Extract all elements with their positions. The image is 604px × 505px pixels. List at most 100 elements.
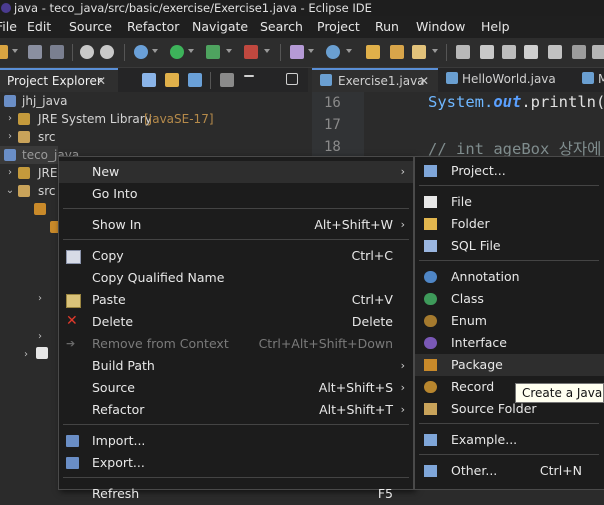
expand-arrow-icon[interactable]: ›	[4, 128, 16, 146]
debug-dropdown-icon[interactable]	[152, 49, 158, 53]
save-all-icon[interactable]	[50, 45, 64, 59]
submenu-item-example[interactable]: Example...	[415, 429, 604, 451]
undo-icon[interactable]	[80, 45, 94, 59]
copy-icon	[66, 250, 81, 264]
close-icon[interactable]: ✕	[96, 70, 106, 92]
menu-file[interactable]: File	[0, 16, 17, 38]
menu-item-refresh[interactable]: Refresh F5	[59, 483, 413, 505]
filter-icon[interactable]	[188, 73, 202, 87]
menu-item-label: Copy	[92, 248, 124, 263]
word-wrap-icon[interactable]	[592, 45, 604, 59]
menu-project[interactable]: Project	[317, 16, 360, 38]
view-menu-icon[interactable]	[220, 73, 234, 87]
remove-context-icon: ➔	[66, 337, 76, 350]
menu-item-copy-qualified-name[interactable]: Copy Qualified Name	[59, 267, 413, 289]
menu-item-source[interactable]: Source Alt+Shift+S ›	[59, 377, 413, 399]
submenu-item-package[interactable]: Package	[415, 354, 604, 376]
new-java-project-dropdown-icon[interactable]	[308, 49, 314, 53]
debug-icon[interactable]	[134, 45, 148, 59]
tree-item-jre-library[interactable]: › JRE System Library [JavaSE-17]	[0, 110, 308, 128]
new-java-project-icon[interactable]	[290, 45, 304, 59]
run-icon[interactable]	[170, 45, 184, 59]
tree-item-teco-java[interactable]: teco_java	[0, 146, 79, 164]
menu-search[interactable]: Search	[260, 16, 303, 38]
project-explorer-tabbar: Project Explorer ✕	[0, 68, 308, 93]
collapse-all-icon[interactable]	[142, 73, 156, 87]
submenu-item-folder[interactable]: Folder	[415, 213, 604, 235]
tab-exercise1[interactable]: Exercise1.java ✕	[312, 68, 438, 92]
menu-navigate[interactable]: Navigate	[192, 16, 248, 38]
menu-help[interactable]: Help	[481, 16, 510, 38]
new-dropdown-icon[interactable]	[12, 49, 18, 53]
redo-icon[interactable]	[100, 45, 114, 59]
submenu-item-class[interactable]: Class	[415, 288, 604, 310]
expand-arrow-icon[interactable]: ›	[20, 346, 32, 364]
link-editor-icon[interactable]	[165, 73, 179, 87]
example-icon	[424, 434, 437, 446]
annotation-nav-icon[interactable]	[456, 45, 470, 59]
open-folder-icon[interactable]	[390, 45, 404, 59]
menu-item-export[interactable]: Export...	[59, 452, 413, 474]
submenu-item-other[interactable]: Other... Ctrl+N	[415, 460, 604, 482]
coverage-icon[interactable]	[206, 45, 220, 59]
menu-item-new[interactable]: New ›	[59, 161, 413, 183]
toggle-highlight-icon[interactable]	[524, 45, 538, 59]
tree-item-jhj-java[interactable]: jhj_java	[0, 92, 308, 110]
tab-helloworld[interactable]: HelloWorld.java	[442, 68, 570, 92]
menu-item-import[interactable]: Import...	[59, 430, 413, 452]
menu-item-show-in[interactable]: Show In Alt+Shift+W ›	[59, 214, 413, 236]
show-whitespace-icon[interactable]	[572, 45, 586, 59]
expand-arrow-icon[interactable]: ›	[4, 164, 16, 182]
tree-decoration: [JavaSE-17]	[144, 112, 214, 126]
external-tools-icon[interactable]	[244, 45, 258, 59]
search-pen-icon[interactable]	[412, 45, 426, 59]
menu-source[interactable]: Source	[69, 16, 112, 38]
submenu-item-file[interactable]: File	[415, 191, 604, 213]
tab-overflow[interactable]: M	[578, 68, 604, 92]
new-wizard-icon[interactable]	[0, 45, 8, 59]
menu-refactor[interactable]: Refactor	[127, 16, 179, 38]
submenu-item-interface[interactable]: Interface	[415, 332, 604, 354]
open-type-icon[interactable]	[366, 45, 380, 59]
external-tools-dropdown-icon[interactable]	[264, 49, 270, 53]
breadcrumb-icon[interactable]	[502, 45, 516, 59]
coverage-dropdown-icon[interactable]	[226, 49, 232, 53]
java-project-icon	[4, 95, 16, 107]
tab-project-explorer[interactable]: Project Explorer ✕	[0, 68, 118, 92]
search-dropdown-icon[interactable]	[432, 49, 438, 53]
menu-item-refactor[interactable]: Refactor Alt+Shift+T ›	[59, 399, 413, 421]
submenu-arrow-icon: ›	[400, 403, 405, 416]
new-class-dropdown-icon[interactable]	[346, 49, 352, 53]
expand-arrow-icon[interactable]: ›	[4, 110, 16, 128]
menu-item-copy[interactable]: Copy Ctrl+C	[59, 245, 413, 267]
expand-arrow-icon[interactable]: ›	[34, 290, 46, 308]
close-icon[interactable]: ✕	[419, 70, 429, 92]
submenu-item-annotation[interactable]: Annotation	[415, 266, 604, 288]
menu-item-build-path[interactable]: Build Path ›	[59, 355, 413, 377]
tree-item-src[interactable]: › src	[0, 128, 308, 146]
toggle-mark-icon[interactable]	[480, 45, 494, 59]
maximize-icon[interactable]	[286, 73, 298, 85]
submenu-item-sql-file[interactable]: SQL File	[415, 235, 604, 257]
menu-window[interactable]: Window	[416, 16, 465, 38]
submenu-item-project[interactable]: Project...	[415, 160, 604, 182]
menu-item-go-into[interactable]: Go Into	[59, 183, 413, 205]
new-class-icon[interactable]	[326, 45, 340, 59]
menu-item-delete[interactable]: ✕ Delete Delete	[59, 311, 413, 333]
run-dropdown-icon[interactable]	[188, 49, 194, 53]
tree-item-src-teco[interactable]: ⌄ src	[0, 182, 58, 200]
menu-run[interactable]: Run	[375, 16, 399, 38]
save-icon[interactable]	[28, 45, 42, 59]
expand-arrow-icon[interactable]: ⌄	[4, 182, 16, 200]
window-title: java - teco_java/src/basic/exercise/Exer…	[14, 1, 372, 15]
menu-edit[interactable]: Edit	[27, 16, 51, 38]
minimize-icon[interactable]	[244, 75, 254, 77]
menu-separator	[419, 423, 599, 424]
expand-arrow-icon[interactable]: ›	[34, 328, 46, 346]
menu-item-label: File	[451, 194, 472, 209]
tree-item-jre[interactable]: › JRE	[0, 164, 58, 182]
java-file-icon	[582, 72, 594, 84]
block-select-icon[interactable]	[548, 45, 562, 59]
submenu-item-enum[interactable]: Enum	[415, 310, 604, 332]
menu-item-paste[interactable]: Paste Ctrl+V	[59, 289, 413, 311]
